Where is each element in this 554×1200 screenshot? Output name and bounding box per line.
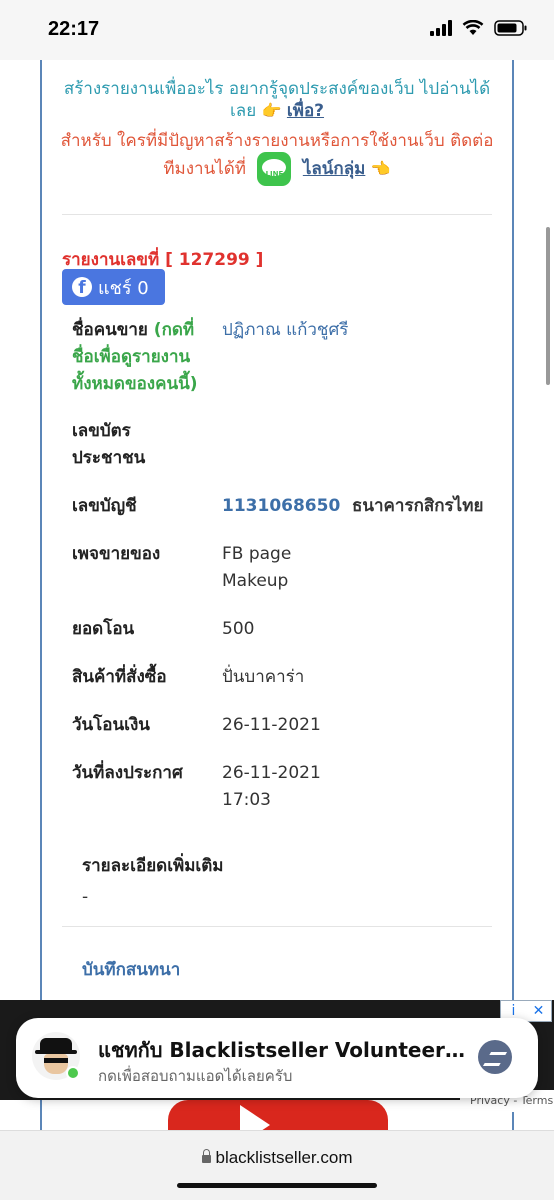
wifi-icon [462, 20, 484, 35]
seller-label: ชื่อคนขาย [72, 320, 148, 340]
lock-icon [201, 1149, 211, 1163]
purpose-link[interactable]: เพื่อ? [287, 101, 324, 121]
page-value: FB page Makeup [222, 544, 292, 591]
line-app-icon[interactable]: LINE [257, 152, 292, 186]
status-time: 22:17 [48, 18, 100, 40]
url-display[interactable]: blacklistseller.com [0, 1148, 554, 1168]
line-group-link[interactable]: ไลน์กลุ่ม [303, 159, 366, 179]
account-number: 1131068650 [222, 496, 341, 516]
post-date-value: 26-11-2021 17:03 [222, 763, 321, 810]
status-icons [430, 20, 528, 36]
bank-name: ธนาคารกสิกรไทย [352, 496, 484, 516]
messenger-icon[interactable] [478, 1040, 512, 1074]
status-bar: 22:17 [0, 0, 554, 60]
report-container [40, 60, 514, 1156]
facebook-share-button[interactable]: f แชร์ 0 [62, 269, 165, 305]
page-label: เพจขายของ [72, 544, 161, 564]
messenger-chat-popup[interactable]: แชทกับ Blacklistseller Volunteer Team กด… [16, 1018, 538, 1098]
account-label: เลขบัญชี [72, 496, 137, 516]
product-label: สินค้าที่สั่งซื้อ [72, 667, 167, 687]
home-indicator[interactable] [177, 1183, 377, 1188]
ad-close-icon[interactable]: ✕ [526, 1001, 551, 1021]
seller-label-group: ชื่อคนขาย (กดที่ชื่อเพื่อดูรายงานทั้งหมด… [72, 317, 207, 398]
cellular-signal-icon [430, 20, 452, 36]
transfer-date-label: วันโอนเงิน [72, 715, 150, 735]
amount-label: ยอดโอน [72, 619, 135, 639]
share-count-label: แชร์ 0 [98, 277, 149, 299]
chat-popup-title: แชทกับ Blacklistseller Volunteer Team [98, 1038, 468, 1062]
product-value: ปั่นบาคาร่า [222, 667, 305, 687]
chat-popup-subtitle: กดเพื่อสอบถามแอดได้เลยครับ [98, 1067, 293, 1085]
pointing-hand-left-icon: 👈 [370, 159, 391, 178]
chat-log-link[interactable]: บันทึกสนทนา [82, 956, 180, 983]
battery-icon [494, 20, 527, 36]
facebook-icon: f [72, 277, 92, 297]
web-page: สร้างรายงานเพื่ออะไร อยากรู้จุดประสงค์ขอ… [0, 60, 554, 1200]
url-text: blacklistseller.com [215, 1148, 353, 1167]
purpose-notice: สร้างรายงานเพื่ออะไร อยากรู้จุดประสงค์ขอ… [60, 78, 494, 122]
scrollbar-thumb[interactable] [546, 227, 550, 385]
seller-name-link[interactable]: ปฏิภาณ แก้วชูศรี [222, 317, 472, 344]
ad-video-thumbnail[interactable] [168, 1100, 388, 1130]
transfer-date-value: 26-11-2021 [222, 715, 321, 735]
post-date-label: วันที่ลงประกาศ [72, 763, 183, 783]
browser-address-bar[interactable]: blacklistseller.com [0, 1130, 554, 1200]
more-details-value: - [82, 887, 89, 907]
divider [62, 926, 492, 927]
id-card-label: เลขบัตรประชาชน [72, 421, 146, 468]
contact-notice: สำหรับ ใครที่มีปัญหาสร้างรายงานหรือการใช… [60, 130, 494, 186]
pointing-hand-icon: 👉 [261, 101, 282, 120]
divider [62, 214, 492, 215]
more-details-label: รายละเอียดเพิ่มเติม [82, 856, 224, 876]
amount-value: 500 [222, 619, 255, 639]
online-status-icon [66, 1066, 80, 1080]
